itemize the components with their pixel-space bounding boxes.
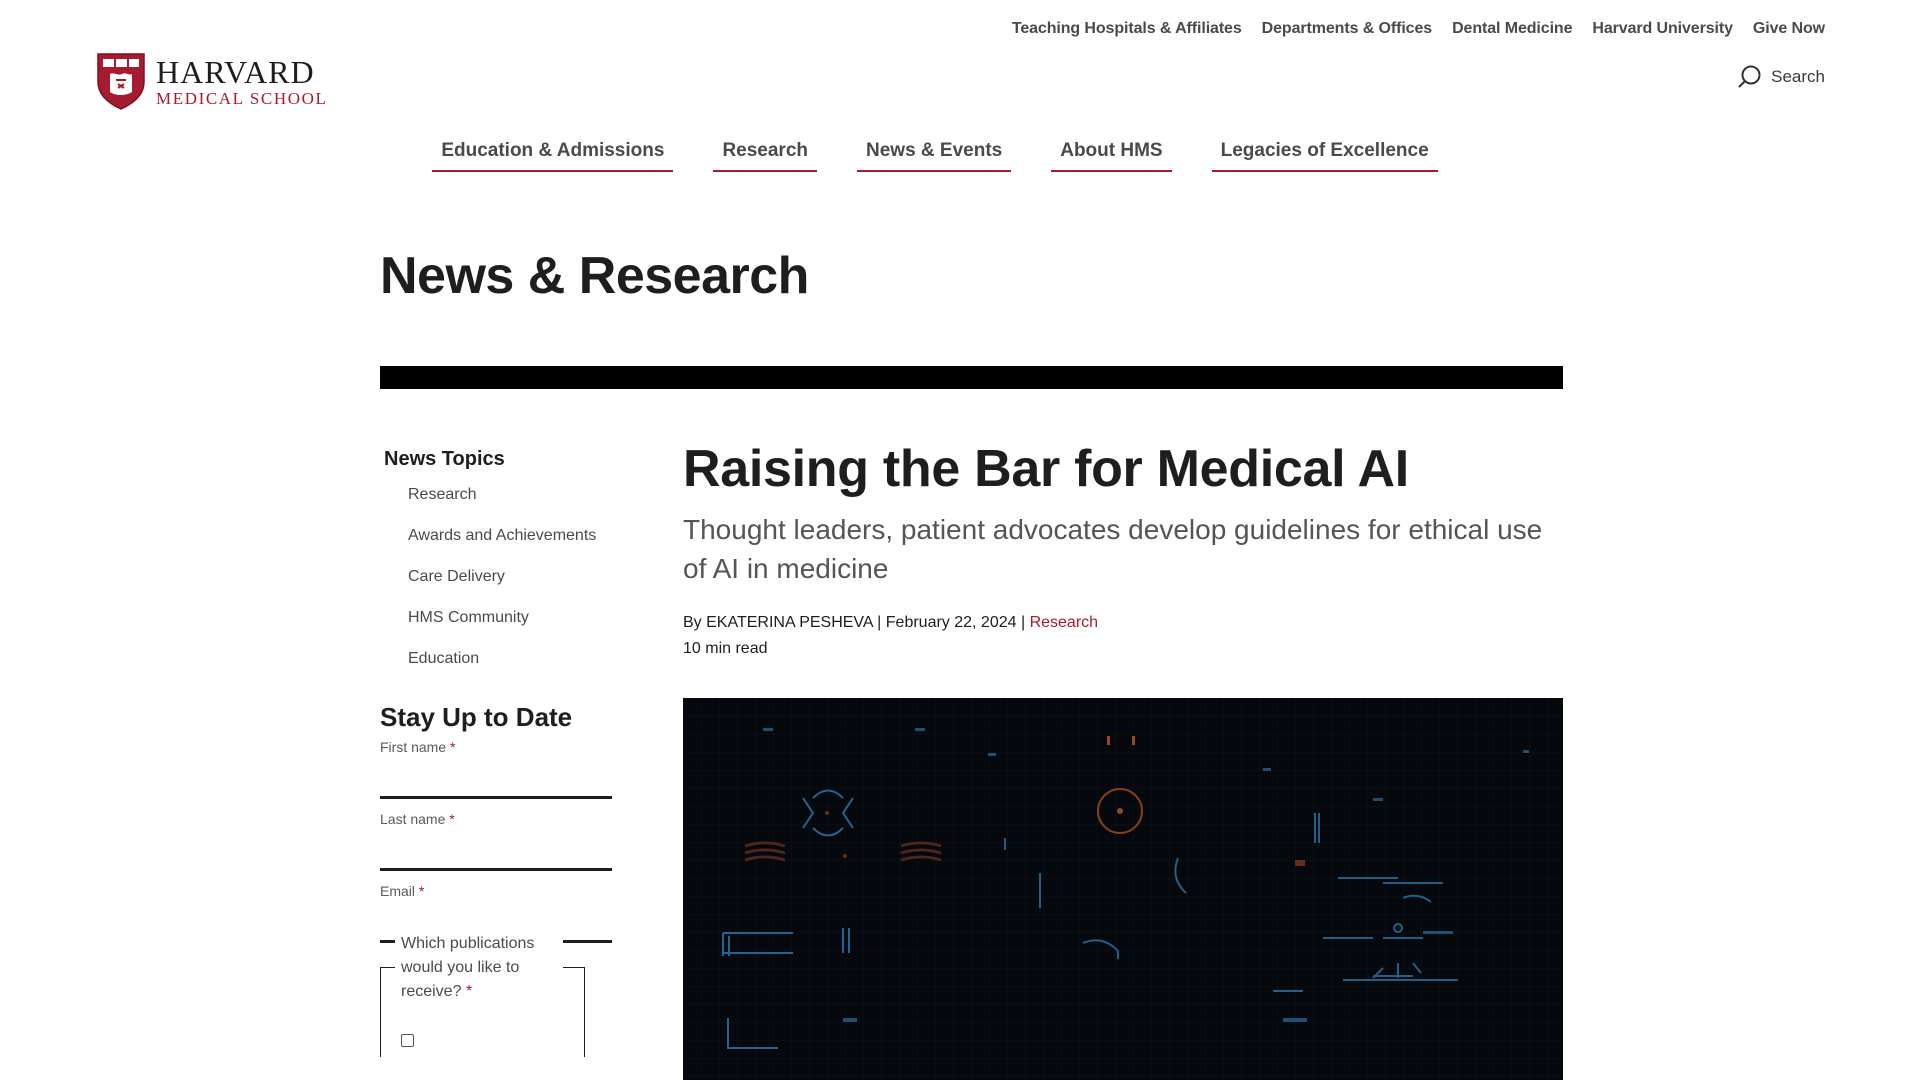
byline-category-link[interactable]: Research <box>1030 614 1098 631</box>
utility-link-departments[interactable]: Departments & Offices <box>1262 20 1433 38</box>
last-name-input[interactable] <box>380 827 612 871</box>
topic-link-hms-community[interactable]: HMS Community <box>408 609 529 626</box>
topic-item: Education <box>408 649 620 690</box>
topic-link-care-delivery[interactable]: Care Delivery <box>408 568 505 585</box>
email-label: Email * <box>380 883 612 899</box>
first-name-input[interactable] <box>380 755 612 799</box>
nav-legacies-of-excellence[interactable]: Legacies of Excellence <box>1211 140 1438 172</box>
nav-about-hms[interactable]: About HMS <box>1051 140 1172 172</box>
required-mark: * <box>465 983 473 1000</box>
byline-separator: | <box>877 614 882 631</box>
article-title: Raising the Bar for Medical AI <box>683 440 1409 498</box>
required-mark: * <box>449 811 455 827</box>
page-title: News & Research <box>380 247 809 305</box>
byline-prefix: By <box>683 614 702 631</box>
logo-wordmark: HARVARD MEDICAL SCHOOL <box>156 56 327 107</box>
last-name-label: Last name * <box>380 811 612 827</box>
title-divider-bar <box>380 366 1563 389</box>
logo-line-harvard: HARVARD <box>156 53 315 90</box>
byline-read-time: 10 min read <box>683 640 768 657</box>
utility-link-teaching-hospitals[interactable]: Teaching Hospitals & Affiliates <box>1012 20 1242 38</box>
byline-separator: | <box>1020 614 1026 631</box>
main-nav: Education & Admissions Research News & E… <box>0 140 1920 172</box>
article: Raising the Bar for Medical AI Thought l… <box>683 438 1563 1080</box>
harvard-shield-icon <box>97 53 145 110</box>
first-name-field: First name * <box>380 739 612 799</box>
utility-link-harvard-university[interactable]: Harvard University <box>1592 20 1733 38</box>
topic-link-awards[interactable]: Awards and Achievements <box>408 527 596 544</box>
article-hero-image <box>683 698 1563 1080</box>
byline-date: February 22, 2024 <box>885 614 1017 631</box>
publications-fieldset: Which publications would you like to rec… <box>380 932 585 1057</box>
publication-checkbox[interactable] <box>401 1034 414 1047</box>
utility-link-dental-medicine[interactable]: Dental Medicine <box>1452 20 1572 38</box>
news-topics-heading: News Topics <box>384 448 505 470</box>
topic-item: Awards and Achievements <box>408 526 620 567</box>
publications-legend: Which publications would you like to rec… <box>395 932 563 1004</box>
first-name-label: First name * <box>380 739 612 755</box>
hero-ai-interface-graphic <box>683 698 1563 1080</box>
first-name-label-text: First name <box>380 739 447 755</box>
search-icon <box>1738 65 1761 88</box>
logo-line-medical-school: MEDICAL SCHOOL <box>156 88 328 108</box>
byline-author: EKATERINA PESHEVA <box>706 614 873 631</box>
required-mark: * <box>418 883 425 899</box>
hms-logo[interactable]: HARVARD MEDICAL SCHOOL <box>96 52 327 110</box>
search-button[interactable]: Search <box>1737 64 1825 90</box>
nav-news-events[interactable]: News & Events <box>857 140 1012 172</box>
article-byline: By EKATERINA PESHEVA | February 22, 2024… <box>683 610 1563 662</box>
topic-item: Research <box>408 485 620 526</box>
signup-heading: Stay Up to Date <box>380 702 573 732</box>
topic-link-research[interactable]: Research <box>408 486 476 503</box>
news-topics-list: Research Awards and Achievements Care De… <box>408 485 620 690</box>
sidebar: News Topics Research Awards and Achievem… <box>380 448 620 1057</box>
article-subtitle: Thought leaders, patient advocates devel… <box>683 514 1543 584</box>
topic-item: Care Delivery <box>408 567 620 608</box>
nav-research[interactable]: Research <box>713 140 817 172</box>
email-label-text: Email <box>380 883 416 899</box>
nav-education-admissions[interactable]: Education & Admissions <box>432 140 674 172</box>
last-name-label-text: Last name <box>380 811 446 827</box>
search-label: Search <box>1771 67 1825 86</box>
utility-nav: Teaching Hospitals & Affiliates Departme… <box>1012 20 1825 38</box>
utility-link-give-now[interactable]: Give Now <box>1753 20 1825 38</box>
required-mark: * <box>450 739 456 755</box>
topic-item: HMS Community <box>408 608 620 649</box>
topic-link-education[interactable]: Education <box>408 650 479 667</box>
last-name-field: Last name * <box>380 811 612 871</box>
